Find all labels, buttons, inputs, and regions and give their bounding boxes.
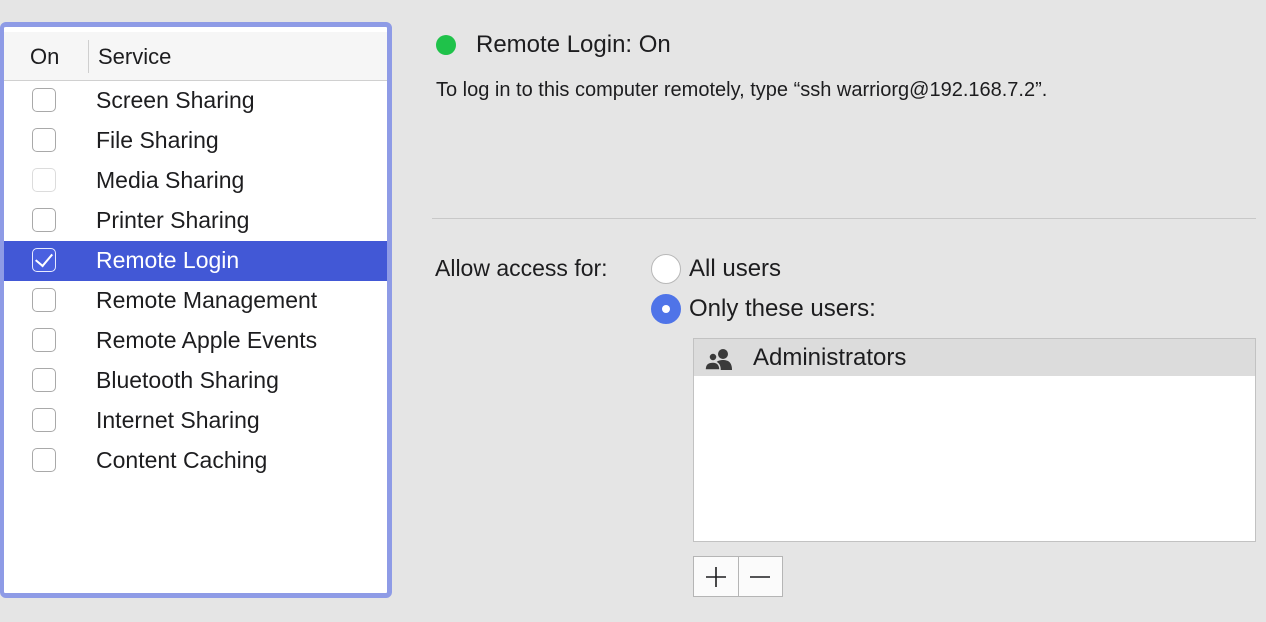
checkbox-remote-apple-events[interactable] [32,328,56,352]
service-label: Media Sharing [96,167,245,193]
remove-user-button[interactable] [737,557,783,596]
checkbox-remote-management[interactable] [32,288,56,312]
service-label: Printer Sharing [96,207,250,233]
service-row-bluetooth-sharing[interactable]: Bluetooth Sharing [4,361,387,401]
service-row-file-sharing[interactable]: File Sharing [4,121,387,161]
list-header: On Service [4,32,387,81]
service-row-remote-apple-events[interactable]: Remote Apple Events [4,321,387,361]
checkmark-icon [35,248,53,268]
radio-all-users[interactable] [651,254,681,284]
checkbox-internet-sharing[interactable] [32,408,56,432]
access-label: Allow access for: [435,255,608,281]
user-name: Administrators [753,344,907,371]
column-header-service[interactable]: Service [98,44,171,70]
add-remove-buttons [693,556,783,597]
column-divider [88,40,89,73]
add-user-button[interactable] [694,557,738,596]
checkbox-bluetooth-sharing[interactable] [32,368,56,392]
user-row-administrators[interactable]: Administrators [694,339,1255,376]
service-row-media-sharing[interactable]: Media Sharing [4,161,387,201]
service-label: Screen Sharing [96,87,255,113]
remove-icon [750,575,771,578]
service-label: Remote Apple Events [96,327,318,353]
service-row-screen-sharing[interactable]: Screen Sharing [4,81,387,121]
status-title: Remote Login: On [476,31,671,58]
checkbox-file-sharing[interactable] [32,128,56,152]
radio-only-these-users-label[interactable]: Only these users: [689,295,876,323]
allowed-users-list[interactable]: Administrators [693,338,1256,542]
service-label: Remote Management [96,287,318,313]
status-description: To log in to this computer remotely, typ… [436,79,1048,101]
service-label: Remote Login [96,247,240,273]
radio-only-these-users[interactable] [651,294,681,324]
service-row-content-caching[interactable]: Content Caching [4,441,387,481]
checkbox-media-sharing [32,168,56,192]
service-label: Content Caching [96,447,268,473]
service-label: Bluetooth Sharing [96,367,279,393]
checkbox-screen-sharing[interactable] [32,88,56,112]
add-icon [705,566,726,587]
service-row-internet-sharing[interactable]: Internet Sharing [4,401,387,441]
service-row-remote-management[interactable]: Remote Management [4,281,387,321]
service-rows: Screen Sharing File Sharing Media Sharin… [4,81,387,481]
radio-all-users-label[interactable]: All users [689,255,781,283]
service-row-printer-sharing[interactable]: Printer Sharing [4,201,387,241]
checkbox-remote-login[interactable] [32,248,56,272]
checkbox-printer-sharing[interactable] [32,208,56,232]
group-icon [704,348,736,375]
status-indicator-icon [436,35,456,55]
separator [432,218,1256,219]
service-label: File Sharing [96,127,219,153]
service-label: Internet Sharing [96,407,260,433]
service-row-remote-login[interactable]: Remote Login [4,241,387,281]
service-list[interactable]: On Service Screen Sharing File Sharing M… [0,22,392,598]
checkbox-content-caching[interactable] [32,448,56,472]
column-header-on[interactable]: On [30,44,59,70]
radio-selected-dot [662,305,670,313]
